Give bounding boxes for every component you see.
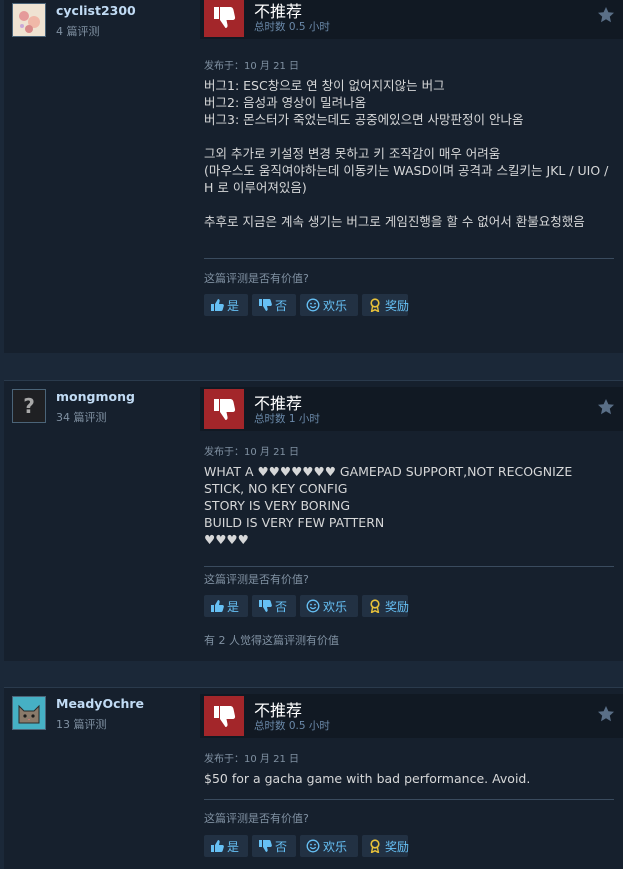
vote-yes-button[interactable]: 是 bbox=[204, 595, 248, 617]
helpful-question: 这篇评测是否有价值? bbox=[204, 272, 309, 285]
star-icon[interactable] bbox=[597, 398, 615, 416]
award-label: 奖励 bbox=[385, 298, 410, 313]
avatar[interactable] bbox=[12, 3, 46, 37]
helpful-question: 这篇评测是否有价值? bbox=[204, 812, 309, 825]
vote-header: 不推荐 总时数 0.5 小时 bbox=[200, 694, 623, 738]
avatar-image-icon bbox=[13, 4, 45, 36]
award-ribbon-icon bbox=[370, 298, 380, 312]
thumbs-down-icon bbox=[204, 0, 244, 37]
review-card: ? mongmong 34 篇评测 不推荐 总时数 1 小时 发布于：10 月 … bbox=[4, 380, 623, 661]
vote-funny-label: 欢乐 bbox=[323, 298, 348, 313]
hours-played: 总时数 0.5 小时 bbox=[254, 21, 330, 33]
vote-funny-button[interactable]: 欢乐 bbox=[300, 835, 358, 857]
author-review-count[interactable]: 4 篇评测 bbox=[56, 23, 100, 39]
thumbs-up-icon bbox=[211, 840, 224, 852]
thumbs-down-icon bbox=[204, 389, 244, 429]
review-card: cyclist2300 4 篇评测 不推荐 总时数 0.5 小时 发布于：10 … bbox=[4, 0, 623, 353]
vote-no-label: 否 bbox=[275, 298, 288, 313]
award-button[interactable]: 奖励 bbox=[362, 595, 410, 617]
vote-yes-label: 是 bbox=[227, 839, 240, 854]
award-label: 奖励 bbox=[385, 599, 410, 614]
vote-no-button[interactable]: 否 bbox=[252, 595, 296, 617]
posted-date: 发布于：10 月 21 日 bbox=[204, 61, 299, 72]
divider bbox=[204, 566, 614, 567]
avatar[interactable]: ? bbox=[12, 389, 46, 423]
review-body: 버그1: ESC창으로 연 창이 없어지지않는 버그 버그2: 음성과 영상이 … bbox=[204, 78, 609, 229]
posted-date: 发布于：10 月 21 日 bbox=[204, 754, 299, 765]
smiley-icon bbox=[306, 839, 320, 853]
smiley-icon bbox=[306, 599, 320, 613]
thumbs-down-icon bbox=[259, 840, 272, 852]
vote-funny-button[interactable]: 欢乐 bbox=[300, 595, 358, 617]
award-ribbon-icon bbox=[370, 599, 380, 613]
vote-funny-button[interactable]: 欢乐 bbox=[300, 294, 358, 316]
cat-avatar-icon bbox=[13, 697, 45, 729]
divider bbox=[204, 799, 614, 800]
vote-header: 不推荐 总时数 1 小时 bbox=[200, 387, 623, 431]
thumbs-down-icon bbox=[204, 696, 244, 736]
author-review-count[interactable]: 34 篇评测 bbox=[56, 409, 107, 425]
vote-funny-label: 欢乐 bbox=[323, 599, 348, 614]
award-button[interactable]: 奖励 bbox=[362, 835, 410, 857]
vote-yes-button[interactable]: 是 bbox=[204, 835, 248, 857]
smiley-icon bbox=[306, 298, 320, 312]
vote-yes-button[interactable]: 是 bbox=[204, 294, 248, 316]
avatar[interactable] bbox=[12, 696, 46, 730]
author-review-count[interactable]: 13 篇评测 bbox=[56, 716, 107, 732]
divider bbox=[204, 258, 614, 259]
vote-no-label: 否 bbox=[275, 839, 288, 854]
vote-yes-label: 是 bbox=[227, 298, 240, 313]
vote-no-button[interactable]: 否 bbox=[252, 835, 296, 857]
review-body: $50 for a gacha game with bad performanc… bbox=[204, 771, 531, 786]
vote-funny-label: 欢乐 bbox=[323, 839, 348, 854]
author-name[interactable]: mongmong bbox=[56, 389, 135, 404]
review-body: WHAT A ♥♥♥♥♥♥♥ GAMEPAD SUPPORT,NOT RECOG… bbox=[204, 464, 573, 547]
award-ribbon-icon bbox=[370, 839, 380, 853]
review-card: MeadyOchre 13 篇评测 不推荐 总时数 0.5 小时 发布于：10 … bbox=[4, 687, 623, 869]
found-helpful-count: 有 2 人觉得这篇评测有价值 bbox=[204, 634, 339, 647]
award-button[interactable]: 奖励 bbox=[362, 294, 410, 316]
author-name[interactable]: cyclist2300 bbox=[56, 3, 136, 18]
thumbs-down-icon bbox=[259, 600, 272, 612]
author-name[interactable]: MeadyOchre bbox=[56, 696, 144, 711]
star-icon[interactable] bbox=[597, 6, 615, 24]
thumbs-up-icon bbox=[211, 299, 224, 311]
posted-date: 发布于：10 月 21 日 bbox=[204, 447, 299, 458]
vote-no-button[interactable]: 否 bbox=[252, 294, 296, 316]
hours-played: 总时数 1 小时 bbox=[254, 413, 320, 425]
vote-header: 不推荐 总时数 0.5 小时 bbox=[200, 0, 623, 39]
vote-no-label: 否 bbox=[275, 599, 288, 614]
star-icon[interactable] bbox=[597, 705, 615, 723]
helpful-question: 这篇评测是否有价值? bbox=[204, 573, 309, 586]
question-mark-icon: ? bbox=[23, 394, 35, 418]
award-label: 奖励 bbox=[385, 839, 410, 854]
thumbs-up-icon bbox=[211, 600, 224, 612]
thumbs-down-icon bbox=[259, 299, 272, 311]
hours-played: 总时数 0.5 小时 bbox=[254, 720, 330, 732]
vote-yes-label: 是 bbox=[227, 599, 240, 614]
